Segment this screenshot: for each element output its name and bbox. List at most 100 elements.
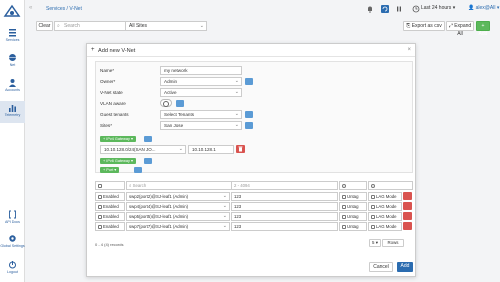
ipv6-gateway-button[interactable]: + IPv6 Gateway ▾ — [100, 158, 136, 164]
enabled-label: Enabled — [103, 204, 119, 209]
port-button[interactable]: + Port ▾ — [100, 167, 120, 173]
sidebar-item-logout[interactable]: Logout — [0, 258, 25, 280]
sites-select[interactable]: San Jose ⌄ — [160, 121, 242, 130]
sidebar-item-accounts[interactable]: Accounts — [0, 76, 25, 98]
sidebar-item-services[interactable]: Services — [0, 26, 25, 48]
clear-button[interactable]: Clear — [36, 21, 53, 31]
untag-checkbox[interactable]: Untag — [339, 212, 367, 221]
pause-icon[interactable] — [395, 5, 403, 13]
sites-select[interactable]: All Sites ⌄ — [125, 21, 207, 31]
sidebar-item-global-settings[interactable]: Global Settings — [0, 232, 25, 256]
vlan-aware-toggle[interactable] — [160, 99, 172, 107]
info-icon[interactable] — [245, 122, 253, 129]
lag-checkbox[interactable]: LAG Mode — [368, 222, 402, 231]
trash-icon — [238, 146, 243, 152]
collapse-sidebar-icon[interactable]: « — [29, 5, 32, 11]
time-range-value: Last 24 hours — [421, 5, 452, 11]
owner-value: Admin — [164, 79, 178, 84]
vlan-filter-input[interactable]: 2 - 4094 — [231, 181, 338, 190]
checkbox-icon — [371, 214, 375, 219]
table-row: Enabled swp7(port7)@SJ-leaf1 (Admin) ⌄ 12… — [95, 222, 413, 232]
delete-row-button[interactable] — [403, 202, 412, 210]
globe-icon — [9, 54, 16, 61]
port-select[interactable]: swp4(port4)@SJ-leaf1 (Admin) ⌄ — [126, 202, 230, 211]
user-name: alex@All — [475, 5, 496, 11]
vlan-input[interactable]: 123 — [231, 212, 338, 221]
add-label: Add — [478, 31, 488, 37]
lag-checkbox[interactable]: LAG Mode — [368, 212, 402, 221]
page-size-value: 5 — [372, 240, 375, 245]
untag-all-toggle[interactable] — [339, 181, 367, 190]
port-select[interactable]: swp5(port5)@SJ-leaf1 (Admin) ⌄ — [126, 212, 230, 221]
enabled-checkbox[interactable]: Enabled — [95, 192, 125, 201]
sidebar-item-telemetry[interactable]: Telemetry — [0, 101, 25, 123]
vlan-input[interactable]: 123 — [231, 192, 338, 201]
user-menu[interactable]: 👤 alex@All ▾ — [468, 5, 499, 11]
table-row: Enabled swp2(port2)@SJ-leaf1 (Admin) ⌄ 12… — [95, 192, 413, 202]
export-csv-button[interactable]: ⎘ Export as csv — [403, 21, 445, 31]
app-logo[interactable] — [3, 4, 21, 18]
time-range-select[interactable]: Last 24 hours ▾ — [421, 5, 455, 11]
untag-checkbox[interactable]: Untag — [339, 192, 367, 201]
state-value: Active — [164, 90, 177, 95]
info-icon[interactable] — [176, 100, 184, 107]
sidebar-item-api-docs[interactable]: API Docs — [0, 208, 25, 230]
page-size-select[interactable]: 5 ▾ — [369, 239, 381, 247]
port-search-input[interactable]: ⌕ Search — [126, 181, 246, 190]
lag-label: LAG Mode — [376, 204, 397, 209]
delete-row-button[interactable] — [403, 192, 412, 200]
info-icon[interactable] — [245, 78, 253, 85]
ipv4-gateway-label: IPv4 Gateway — [106, 137, 130, 141]
info-icon[interactable] — [134, 167, 142, 173]
info-icon[interactable] — [245, 111, 253, 118]
enabled-checkbox[interactable]: Enabled — [95, 222, 125, 231]
enabled-checkbox[interactable]: Enabled — [95, 212, 125, 221]
refresh-icon[interactable] — [381, 5, 389, 13]
delete-row-button[interactable] — [403, 212, 412, 220]
checkbox-icon — [98, 224, 102, 229]
close-icon[interactable]: × — [407, 47, 411, 53]
enabled-label: Enabled — [103, 224, 119, 229]
chevron-down-icon: ⌄ — [178, 146, 183, 152]
lag-checkbox[interactable]: LAG Mode — [368, 202, 402, 211]
owner-label: Owner* — [100, 79, 116, 84]
sidebar-item-net[interactable]: Net — [0, 51, 25, 73]
cancel-button[interactable]: Cancel — [369, 262, 393, 272]
chevron-down-icon: ⌄ — [234, 89, 239, 95]
delete-row-button[interactable] — [403, 222, 412, 230]
vlan-input[interactable]: 123 — [231, 202, 338, 211]
lag-all-toggle[interactable] — [368, 181, 413, 190]
bell-icon[interactable] — [366, 5, 374, 13]
enabled-checkbox[interactable]: Enabled — [95, 202, 125, 211]
lag-checkbox[interactable]: LAG Mode — [368, 192, 402, 201]
breadcrumb[interactable]: Services / V-Net — [46, 6, 82, 12]
expand-all-button[interactable]: ⤢ Expand All — [446, 21, 474, 37]
table-row: Enabled swp5(port5)@SJ-leaf1 (Admin) ⌄ 12… — [95, 212, 413, 222]
name-row: Name* my network — [96, 66, 412, 76]
delete-gateway-button[interactable] — [236, 145, 245, 153]
untag-checkbox[interactable]: Untag — [339, 202, 367, 211]
port-select[interactable]: swp7(port7)@SJ-leaf1 (Admin) ⌄ — [126, 222, 230, 231]
select-all-checkbox[interactable] — [95, 181, 125, 190]
expand-label: Expand All — [454, 23, 472, 37]
submit-add-button[interactable]: Add — [397, 262, 413, 272]
subnet-select[interactable]: 10.10.128.0/24(SAN JO... ⌄ — [100, 145, 186, 154]
untag-checkbox[interactable]: Untag — [339, 222, 367, 231]
chevron-down-icon: ⌄ — [222, 223, 227, 229]
owner-select[interactable]: Admin ⌄ — [160, 77, 242, 86]
info-icon[interactable] — [144, 158, 152, 164]
guest-tenants-select[interactable]: Select Tenants ⌄ — [160, 110, 242, 119]
guest-row: Guest tenants Select Tenants ⌄ — [96, 110, 412, 120]
rows-button[interactable]: Rows — [382, 239, 404, 247]
state-select[interactable]: Active ⌄ — [160, 88, 242, 97]
add-button[interactable]: + Add — [476, 21, 490, 37]
bar-chart-icon — [9, 105, 16, 112]
port-value: swp4(port4)@SJ-leaf1 (Admin) — [129, 204, 189, 209]
gateway-input[interactable]: 10.10.128.1 — [188, 145, 234, 154]
port-select[interactable]: swp2(port2)@SJ-leaf1 (Admin) ⌄ — [126, 192, 230, 201]
chevron-down-icon: ⌄ — [222, 203, 227, 209]
ipv4-gateway-button[interactable]: + IPv4 Gateway ▾ — [100, 136, 136, 142]
info-icon[interactable] — [144, 136, 152, 142]
vlan-input[interactable]: 123 — [231, 222, 338, 231]
name-field[interactable]: my network — [160, 66, 242, 75]
